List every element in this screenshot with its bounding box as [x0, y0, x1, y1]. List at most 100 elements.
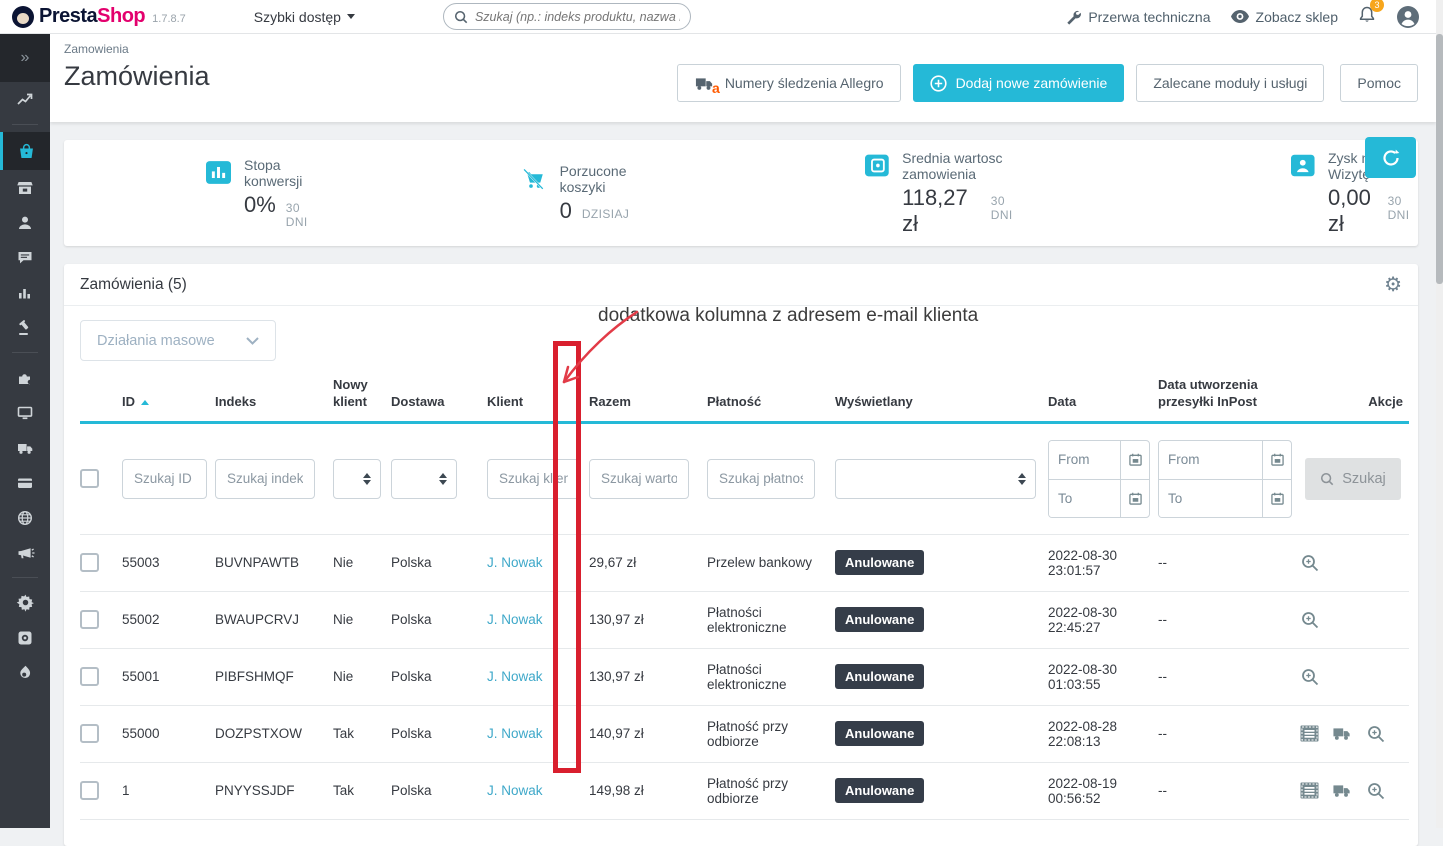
orders-table: ID Indeks Nowy klient Dostawa Klient Raz…	[80, 373, 1409, 820]
data-to-input[interactable]	[1049, 479, 1120, 517]
sidebar-item-payment[interactable]	[0, 465, 50, 500]
delivery-slip-icon[interactable]	[1300, 782, 1319, 799]
sidebar-item-shipping[interactable]	[0, 430, 50, 465]
delivery-slip-icon[interactable]	[1300, 725, 1319, 742]
col-wyswietlany: Wyświetlany	[835, 373, 1048, 424]
notifications-button[interactable]: 3	[1358, 0, 1384, 29]
search-input[interactable]	[474, 9, 680, 24]
customer-link[interactable]: J. Nowak	[487, 783, 543, 798]
panel-settings-gear-icon[interactable]: ⚙	[1384, 275, 1402, 295]
sidebar-item-customers[interactable]	[0, 205, 50, 240]
select-all-checkbox[interactable]	[80, 469, 99, 489]
allegro-tracking-button[interactable]: a Numery śledzenia Allegro	[676, 64, 901, 102]
annotation-highlight-rect	[553, 341, 581, 773]
sidebar-collapse-button[interactable]: »	[0, 34, 50, 82]
customer-link[interactable]: J. Nowak	[487, 669, 543, 684]
filter-platnosc-input[interactable]	[707, 458, 815, 499]
main-content: Stopa konwersji 0% 30 DNI Porzucone koszy…	[50, 122, 1436, 846]
inpost-from-input[interactable]	[1159, 440, 1262, 479]
view-shop-button[interactable]: Zobacz sklep	[1230, 9, 1338, 25]
help-button[interactable]: Pomoc	[1340, 64, 1418, 102]
search-icon	[454, 10, 468, 23]
cell-inpost: --	[1158, 591, 1300, 649]
data-from-input[interactable]	[1049, 440, 1120, 479]
kpi-value: 0	[559, 197, 572, 223]
sidebar-item-dashboard[interactable]	[0, 82, 50, 117]
cell-nowy-klient: Nie	[333, 648, 391, 706]
basket-icon	[20, 143, 33, 158]
sidebar-item-customer-service[interactable]	[0, 240, 50, 275]
account-avatar[interactable]	[1396, 5, 1420, 29]
cell-data: 2022-08-28 22:08:13	[1048, 705, 1158, 763]
version-label: 1.7.8.7	[152, 12, 186, 25]
cell-dostawa: Polska	[391, 534, 487, 592]
col-akcje: Akcje	[1300, 373, 1409, 424]
filter-razem-input[interactable]	[589, 458, 689, 499]
view-order-icon[interactable]	[1300, 553, 1320, 573]
sidebar-item-stats[interactable]	[0, 275, 50, 310]
view-order-icon[interactable]	[1300, 610, 1320, 630]
calendar-icon[interactable]	[1262, 479, 1291, 517]
sidebar-item-shop-parameters[interactable]	[0, 585, 50, 620]
sidebar-item-marketing[interactable]	[0, 535, 50, 570]
cell-dostawa: Polska	[391, 591, 487, 649]
topbar: PrestaShop 1.7.8.7 Szybki dostęp Przerwa…	[0, 0, 1436, 34]
prestashop-monkey-icon	[12, 5, 34, 28]
refresh-kpi-button[interactable]	[1365, 137, 1416, 178]
filter-id-input[interactable]	[122, 458, 207, 499]
sidebar-item-catalog[interactable]	[0, 170, 50, 205]
customer-link[interactable]: J. Nowak	[487, 612, 543, 627]
calendar-icon[interactable]	[1262, 440, 1291, 479]
cell-data: 2022-08-19 00:56:52	[1048, 762, 1158, 820]
bulk-actions-button[interactable]: Działania masowe	[80, 320, 276, 361]
filter-dostawa-select[interactable]	[391, 458, 457, 499]
view-order-icon[interactable]	[1366, 724, 1386, 744]
quick-access-dropdown[interactable]: Szybki dostęp	[254, 9, 355, 25]
calendar-icon[interactable]	[1120, 479, 1149, 517]
shipping-truck-icon[interactable]	[1332, 725, 1353, 742]
scrollbar-thumb[interactable]	[1436, 34, 1443, 284]
cell-razem: 130,97 zł	[589, 591, 707, 649]
sidebar-item-design[interactable]	[0, 395, 50, 430]
customer-link[interactable]: J. Nowak	[487, 555, 543, 570]
add-order-button[interactable]: Dodaj nowe zamówienie	[912, 64, 1125, 102]
maintenance-button[interactable]: Przerwa techniczna	[1065, 9, 1211, 25]
monitor-icon	[17, 406, 33, 419]
sidebar-item-performance[interactable]	[0, 655, 50, 690]
filter-nowy-klient-select[interactable]	[333, 458, 381, 499]
chat-icon	[18, 251, 32, 263]
inpost-to-input[interactable]	[1159, 479, 1262, 517]
sidebar-item-orders[interactable]	[0, 132, 50, 170]
row-checkbox[interactable]	[80, 553, 99, 573]
filter-search-button[interactable]: Szukaj	[1305, 457, 1401, 500]
sidebar-item-auctions[interactable]	[0, 310, 50, 345]
status-badge: Anulowane	[835, 664, 925, 690]
prestashop-logo[interactable]: Presta Shop 1.7.8.7	[12, 5, 186, 28]
row-checkbox[interactable]	[80, 781, 99, 801]
kpi-abandoned-carts: Porzucone koszyki 0 DZISIAJ	[522, 163, 641, 224]
globe-icon	[17, 510, 33, 525]
orders-panel-title: Zamówienia (5)	[80, 275, 187, 293]
view-order-icon[interactable]	[1366, 781, 1386, 801]
customer-link[interactable]: J. Nowak	[487, 726, 543, 741]
filter-wyswietlany-select[interactable]	[835, 458, 1036, 499]
view-order-icon[interactable]	[1300, 667, 1320, 687]
kpi-conversion: Stopa konwersji 0% 30 DNI	[206, 157, 317, 229]
row-checkbox[interactable]	[80, 610, 99, 630]
sidebar-item-international[interactable]	[0, 500, 50, 535]
filter-indeks-input[interactable]	[215, 458, 315, 499]
row-checkbox[interactable]	[80, 667, 99, 687]
filter-inpost-date-range	[1158, 439, 1292, 518]
page-scrollbar[interactable]	[1436, 0, 1443, 828]
row-checkbox[interactable]	[80, 724, 99, 744]
sidebar-item-advanced-parameters[interactable]	[0, 620, 50, 655]
annotation-text: dodatkowa kolumna z adresem e-mail klien…	[598, 305, 979, 326]
recommended-modules-button[interactable]: Zalecane moduły i usługi	[1136, 64, 1325, 102]
sidebar-item-modules[interactable]	[0, 360, 50, 395]
shipping-truck-icon[interactable]	[1332, 782, 1353, 799]
table-row: 1 PNYYSSJDF Tak Polska J. Nowak 149,98 z…	[80, 762, 1409, 820]
credit-card-icon	[18, 478, 32, 488]
col-dostawa: Dostawa	[391, 373, 487, 424]
calendar-icon[interactable]	[1120, 440, 1149, 479]
col-id[interactable]: ID	[122, 373, 215, 424]
